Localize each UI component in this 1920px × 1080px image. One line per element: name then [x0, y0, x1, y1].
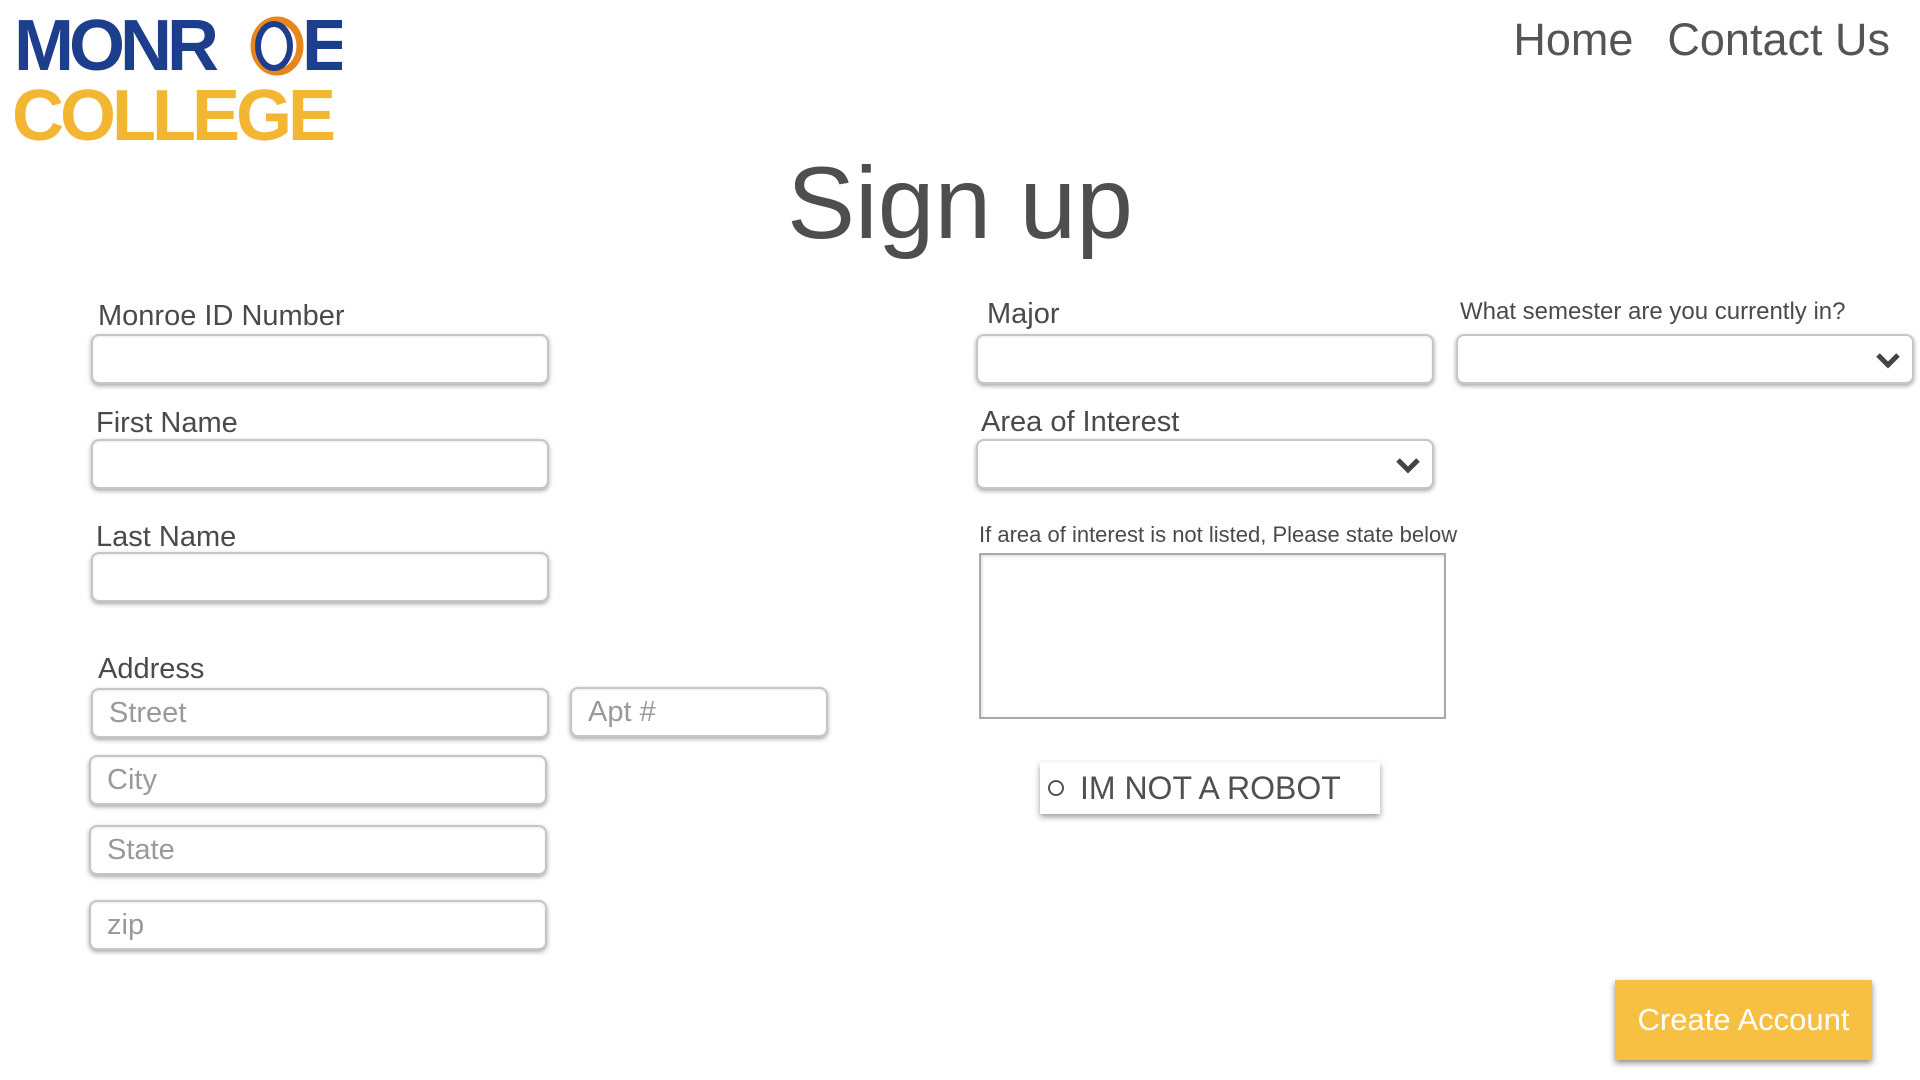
captcha-radio[interactable]	[1048, 780, 1064, 796]
last-name-label: Last Name	[96, 521, 237, 553]
first-name-input[interactable]	[91, 439, 549, 489]
address-label: Address	[98, 653, 205, 685]
street-input[interactable]	[91, 688, 549, 738]
page-title: Sign up	[787, 146, 1133, 260]
area-of-interest-label: Area of Interest	[981, 406, 1180, 438]
zip-input[interactable]	[89, 900, 547, 950]
logo-graphic: MONR E COLLEGE	[12, 6, 350, 156]
signup-page: MONR E COLLEGE Home Contact Us Sign up M…	[0, 0, 1920, 1080]
create-account-button[interactable]: Create Account	[1615, 980, 1872, 1060]
chevron-down-icon	[1876, 353, 1900, 369]
area-of-interest-select[interactable]	[976, 439, 1434, 489]
major-input[interactable]	[976, 334, 1434, 384]
major-label: Major	[987, 298, 1060, 330]
chevron-down-icon	[1396, 458, 1420, 474]
city-input[interactable]	[89, 755, 547, 805]
semester-label: What semester are you currently in?	[1460, 298, 1846, 325]
svg-text:E: E	[302, 10, 342, 86]
top-nav: Home Contact Us	[1513, 14, 1890, 66]
monroe-id-label: Monroe ID Number	[98, 300, 345, 332]
semester-select[interactable]	[1456, 334, 1914, 384]
svg-text:MONR: MONR	[14, 10, 218, 86]
captcha-box[interactable]: IM NOT A ROBOT	[1040, 762, 1380, 814]
nav-home-link[interactable]: Home	[1513, 14, 1633, 66]
area-other-label: If area of interest is not listed, Pleas…	[979, 522, 1458, 547]
first-name-label: First Name	[96, 407, 238, 439]
last-name-input[interactable]	[91, 552, 549, 602]
monroe-id-input[interactable]	[91, 334, 549, 384]
state-input[interactable]	[89, 825, 547, 875]
area-other-textarea[interactable]	[979, 553, 1446, 719]
svg-text:COLLEGE: COLLEGE	[12, 76, 334, 145]
captcha-label: IM NOT A ROBOT	[1080, 769, 1341, 806]
monroe-college-logo[interactable]: MONR E COLLEGE	[12, 6, 350, 156]
apt-input[interactable]	[570, 687, 828, 737]
nav-contact-link[interactable]: Contact Us	[1667, 14, 1890, 66]
